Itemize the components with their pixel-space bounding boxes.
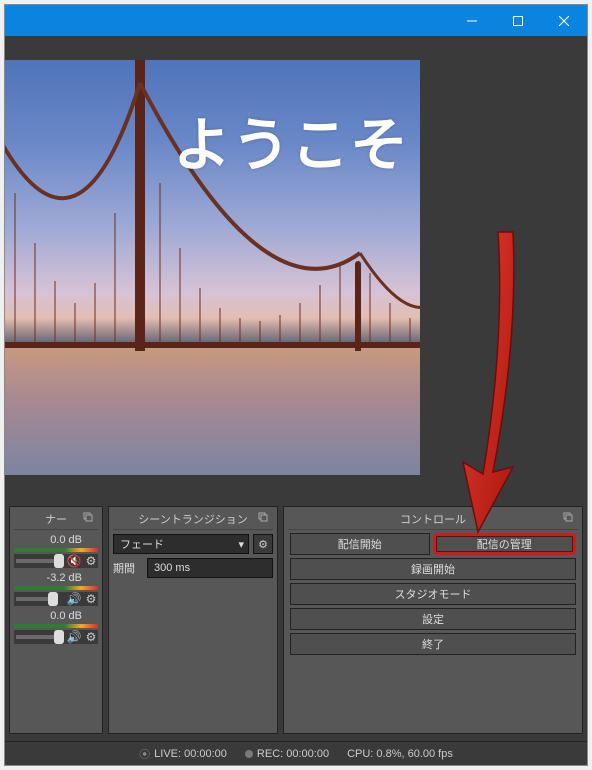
popout-icon[interactable] [82,511,94,523]
gear-icon[interactable]: ⚙ [84,554,98,568]
gear-icon[interactable]: ⚙ [84,630,98,644]
transition-settings-button[interactable]: ⚙ [253,534,273,554]
window-titlebar [5,5,587,36]
mixer-slider[interactable]: 🔊 ⚙ [14,592,98,606]
mixer-meter [14,548,98,552]
mixer-slider[interactable]: 🔇 ⚙ [14,554,98,568]
gear-icon: ⚙ [258,538,268,551]
bridge-deck [5,342,420,348]
mixer-track: 0.0 dB 🔇 ⚙ [14,534,98,568]
transition-selected: フェード [120,536,164,552]
status-bar: ⦿ LIVE: 00:00:00 REC: 00:00:00 CPU: 0.8%… [5,741,587,765]
mute-icon[interactable]: 🔇 [67,554,81,568]
status-cpu: CPU: 0.8%, 60.00 fps [347,748,453,760]
close-button[interactable] [541,5,587,36]
popout-icon[interactable] [562,511,574,523]
popout-icon[interactable] [257,511,269,523]
start-streaming-button[interactable]: 配信開始 [290,533,430,555]
duration-value: 300 ms [154,562,190,574]
mixer-db-label: -3.2 dB [14,572,98,584]
mixer-meter [14,586,98,590]
audio-mixer-panel: ナー 0.0 dB 🔇 ⚙ [9,506,103,734]
gear-icon[interactable]: ⚙ [84,592,98,606]
bridge-tower [135,60,145,351]
duration-label: 期間 [113,560,143,576]
scene-transitions-panel: シーントランジション フェード ⚙ 期間 300 ms [108,506,278,734]
studio-mode-button[interactable]: スタジオモード [290,583,576,605]
preview-canvas[interactable]: ようこそ [5,60,420,475]
maximize-button[interactable] [495,5,541,36]
bridge-tower [355,261,361,351]
mixer-db-label: 0.0 dB [14,534,98,546]
speaker-icon[interactable]: 🔊 [67,630,81,644]
transition-select[interactable]: フェード [113,534,249,554]
controls-panel: コントロール 配信開始 配信の管理 録画開始 スタジオモード 設定 終了 [283,506,583,734]
mixer-track: -3.2 dB 🔊 ⚙ [14,572,98,606]
record-icon [245,750,253,758]
mixer-meter [14,624,98,628]
annotation-arrow [443,222,533,542]
status-rec: REC: 00:00:00 [257,748,329,760]
settings-button[interactable]: 設定 [290,608,576,630]
mixer-db-label: 0.0 dB [14,610,98,622]
preview-overlay-text: ようこそ [173,98,409,182]
broadcast-icon: ⦿ [139,746,150,762]
transitions-title: シーントランジション [138,514,247,526]
preview-water [5,346,420,475]
mixer-track: 0.0 dB 🔊 ⚙ [14,610,98,644]
speaker-icon[interactable]: 🔊 [67,592,81,606]
exit-button[interactable]: 終了 [290,633,576,655]
controls-title: コントロール [400,514,466,526]
duration-input[interactable]: 300 ms [147,558,273,578]
status-live: LIVE: 00:00:00 [154,748,227,760]
mixer-title: ナー [45,514,67,526]
manage-stream-button[interactable]: 配信の管理 [433,533,577,555]
mixer-slider[interactable]: 🔊 ⚙ [14,630,98,644]
minimize-button[interactable] [449,5,495,36]
start-recording-button[interactable]: 録画開始 [290,558,576,580]
